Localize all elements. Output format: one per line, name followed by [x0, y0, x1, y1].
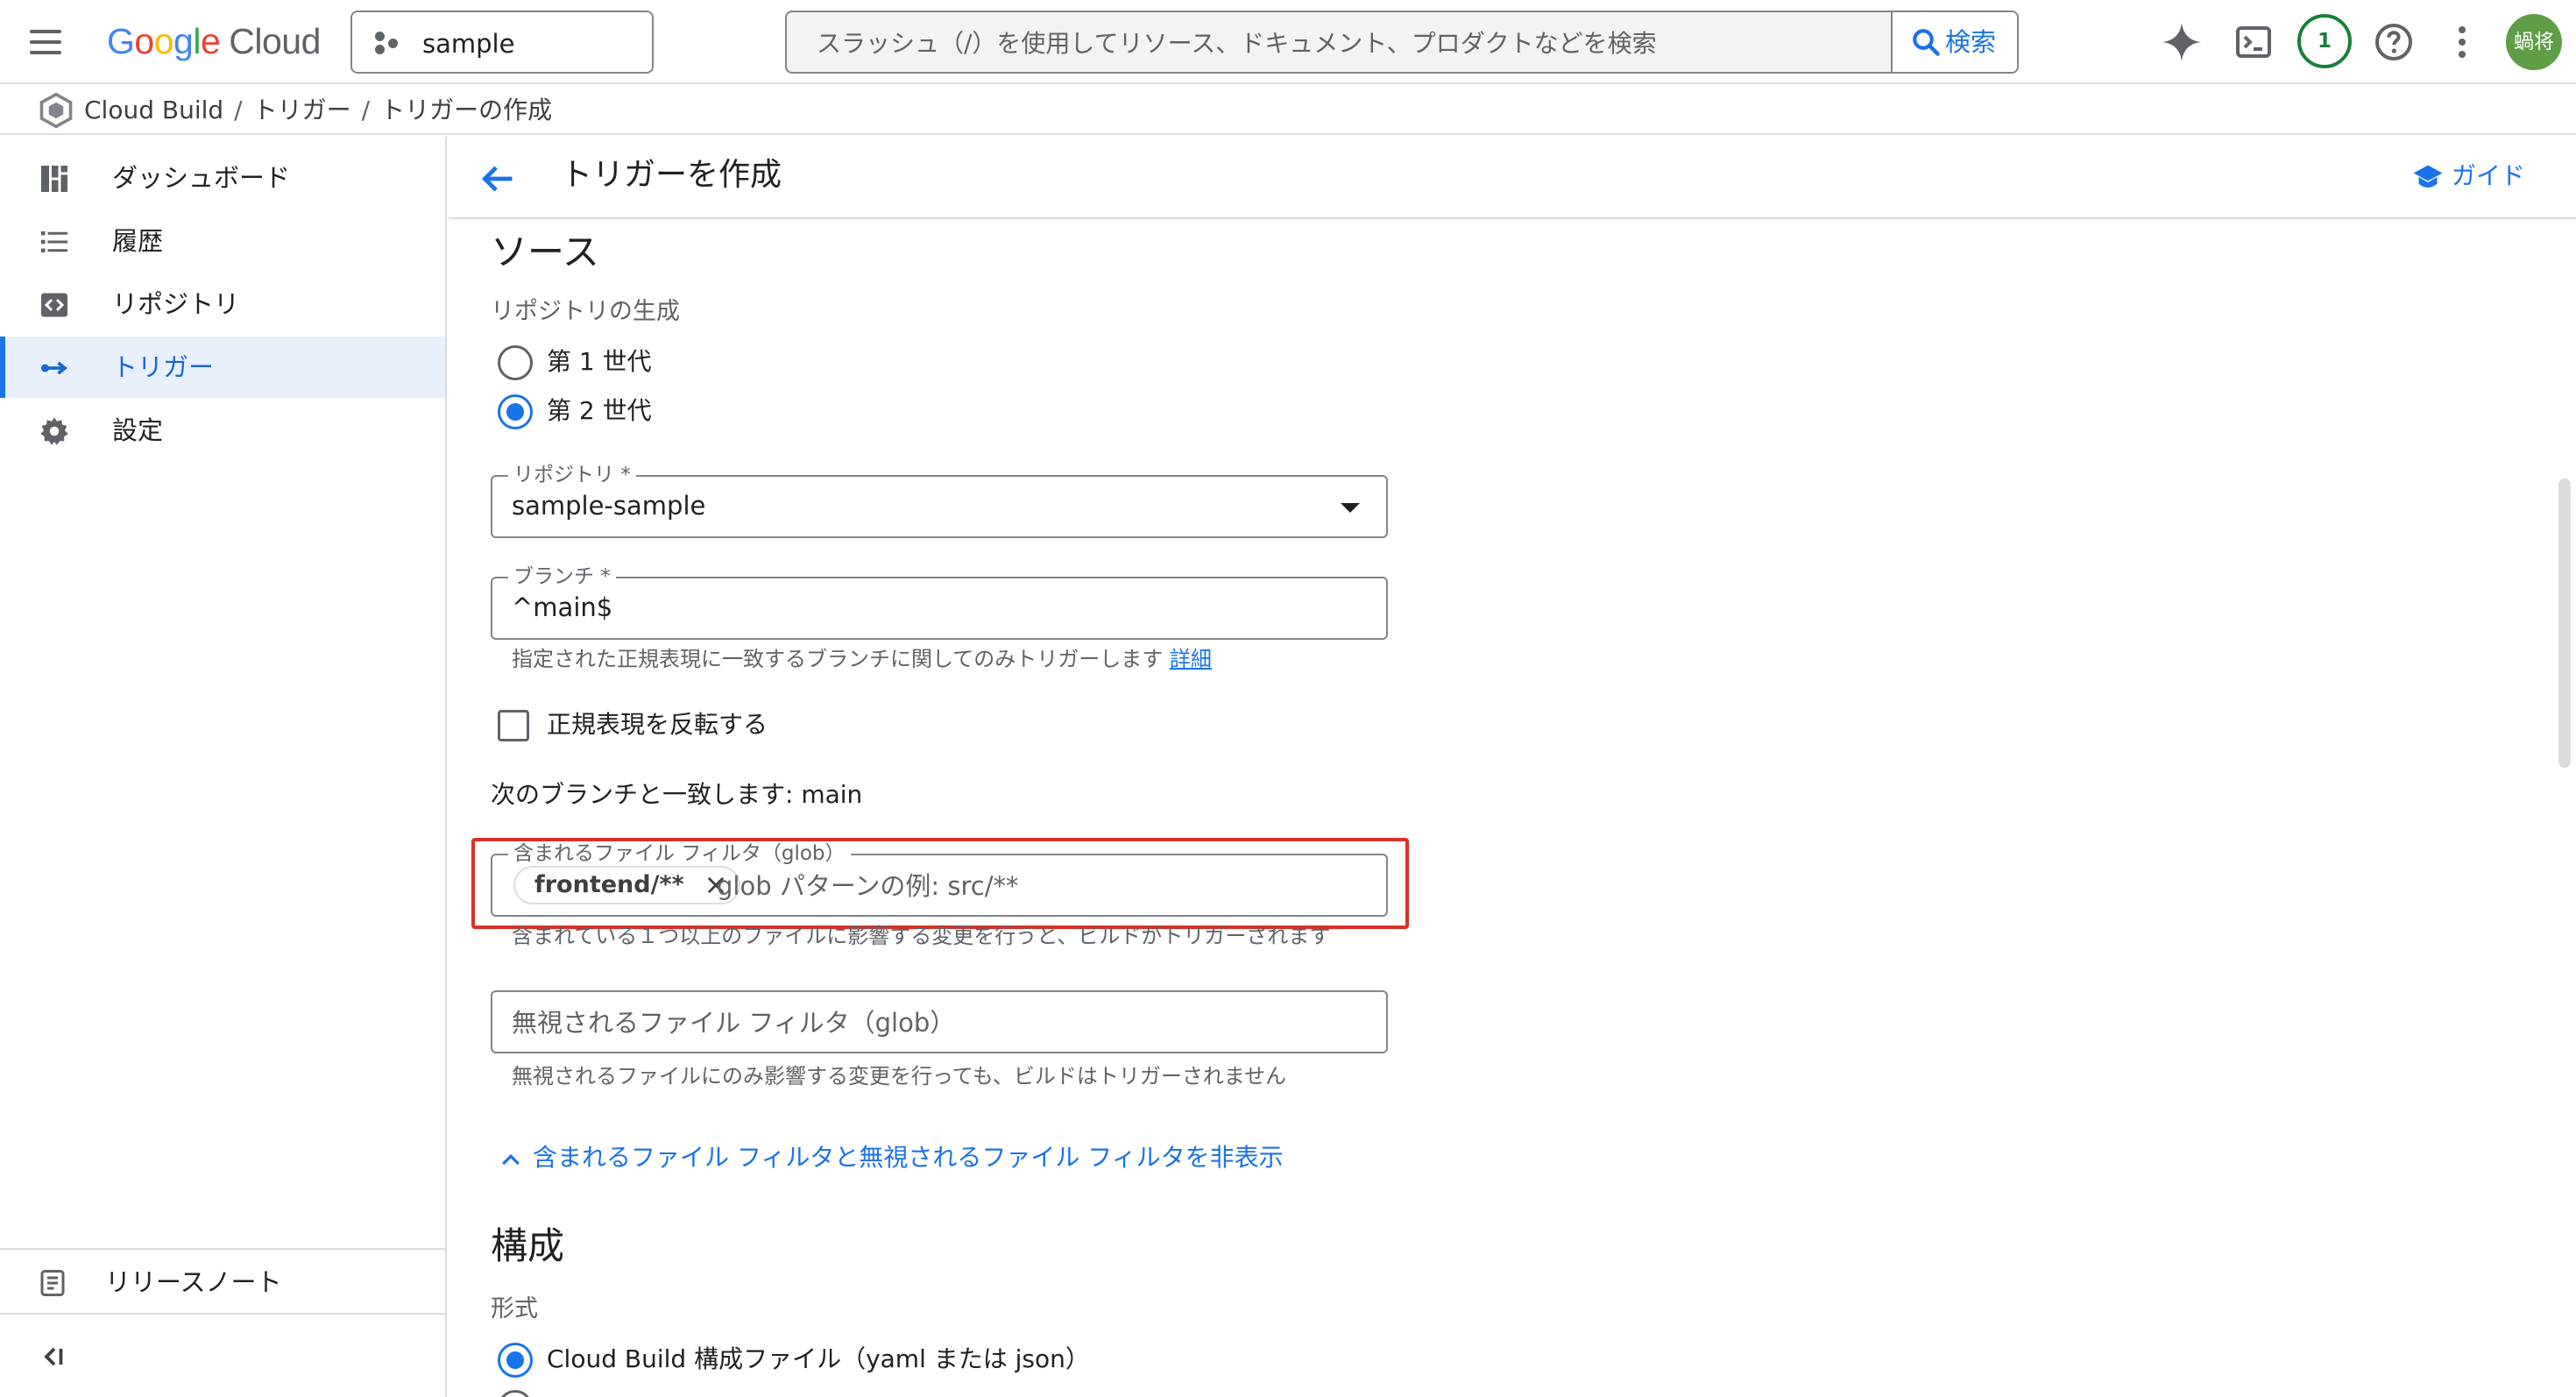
format-label: 形式 — [491, 1295, 538, 1323]
trigger-arrow-icon — [41, 361, 68, 375]
config-heading: 構成 — [491, 1224, 565, 1267]
release-notes-label: リリースノート — [105, 1267, 282, 1297]
scrollbar[interactable] — [2558, 479, 2571, 768]
repository-value: sample-sample — [512, 491, 706, 521]
breadcrumb-separator: / — [234, 96, 243, 124]
invert-regex-checkbox[interactable] — [498, 710, 529, 741]
chip-label: frontend/** — [534, 871, 684, 898]
branch-details-link[interactable]: 詳細 — [1170, 647, 1212, 671]
code-icon — [41, 293, 67, 317]
sidebar-item-label: トリガー — [112, 352, 215, 382]
project-name: sample — [422, 29, 515, 59]
sidebar-item-label: ダッシュボード — [112, 163, 291, 193]
search-input[interactable]: スラッシュ（/）を使用してリソース、ドキュメント、プロダクトなどを検索 検索 — [785, 11, 2019, 74]
toggle-file-filters-label: 含まれるファイル フィルタと無視されるファイル フィルタを非表示 — [533, 1143, 1284, 1172]
top-bar: Google Cloud sample スラッシュ（/）を使用してリソース、ドキュ… — [0, 0, 2576, 84]
page-header: トリガーを作成 ガイド — [449, 137, 2576, 219]
guide-label: ガイド — [2452, 161, 2526, 190]
breadcrumb-create-trigger: トリガーの作成 — [380, 96, 553, 124]
gear-icon — [40, 417, 68, 445]
included-files-hint: 含まれている１つ以上のファイルに影響する変更を行うと、ビルドがトリガーされます — [512, 924, 1331, 948]
search-icon — [1913, 29, 1940, 56]
repository-select[interactable]: リポジトリ * sample-sample — [491, 463, 1388, 538]
repository-label: リポジトリ * — [508, 463, 636, 487]
search-button-label: 検索 — [1945, 27, 1997, 57]
cloud-shell-icon[interactable] — [2233, 21, 2275, 63]
branch-input[interactable]: ブランチ * ^main$ — [491, 564, 1388, 640]
breadcrumb-separator: / — [361, 96, 371, 124]
sidebar-item-dashboard[interactable]: ダッシュボード — [0, 147, 445, 209]
trigger-form: ソース リポジトリの生成 第 1 世代 第 2 世代 リポジトリ * sampl… — [449, 221, 2551, 1397]
sidebar-divider — [0, 1248, 445, 1250]
dashboard-icon — [41, 166, 67, 192]
page-title: トリガーを作成 — [561, 157, 782, 193]
project-picker[interactable]: sample — [350, 11, 654, 74]
sidebar-item-repositories[interactable]: リポジトリ — [0, 273, 445, 335]
breadcrumb-triggers[interactable]: トリガー — [253, 96, 351, 124]
gen2-label[interactable]: 第 2 世代 — [547, 394, 652, 428]
branch-hint-text: 指定された正規表現に一致するブランチに関してのみトリガーします — [512, 647, 1164, 671]
branch-hint: 指定された正規表現に一致するブランチに関してのみトリガーします 詳細 — [512, 645, 1212, 673]
format-cloudbuild-radio[interactable] — [498, 1343, 533, 1378]
included-files-label: 含まれるファイル フィルタ（glob） — [508, 841, 851, 866]
avatar[interactable]: 蝸将 — [2506, 14, 2562, 70]
help-icon[interactable] — [2373, 21, 2415, 63]
ignored-files-placeholder: 無視されるファイル フィルタ（glob） — [512, 1008, 956, 1038]
format-other-radio[interactable] — [498, 1390, 533, 1397]
gen1-radio[interactable] — [498, 345, 533, 380]
branch-value: ^main$ — [512, 592, 613, 622]
list-icon — [41, 231, 67, 252]
included-file-chip[interactable]: frontend/** — [513, 866, 740, 904]
project-icon — [375, 32, 401, 56]
chevron-up-icon — [502, 1153, 520, 1166]
more-vert-icon[interactable] — [2441, 21, 2483, 63]
gen1-label[interactable]: 第 1 世代 — [547, 345, 652, 379]
ignored-files-hint: 無視されるファイルにのみ影響する変更を行っても、ビルドはトリガーされません — [512, 1064, 1287, 1089]
google-cloud-logo[interactable]: Google Cloud — [107, 18, 321, 65]
included-files-input[interactable]: 含まれるファイル フィルタ（glob） frontend/** glob パター… — [491, 841, 1388, 917]
sidebar-item-label: リポジトリ — [112, 289, 240, 319]
school-icon — [2413, 165, 2443, 188]
sidebar-item-label: 履歴 — [112, 226, 164, 256]
sidebar-item-triggers[interactable]: トリガー — [0, 337, 445, 398]
release-notes-link[interactable]: リリースノート — [0, 1252, 445, 1313]
repo-generation-label: リポジトリの生成 — [491, 298, 680, 325]
gen2-radio[interactable] — [498, 394, 533, 429]
search-placeholder: スラッシュ（/）を使用してリソース、ドキュメント、プロダクトなどを検索 — [817, 29, 1657, 58]
menu-icon[interactable] — [26, 23, 65, 61]
invert-regex-label[interactable]: 正規表現を反転する — [547, 708, 768, 741]
format-cloudbuild-label[interactable]: Cloud Build 構成ファイル（yaml または json） — [547, 1343, 1090, 1376]
notifications-badge[interactable]: 1 — [2297, 14, 2352, 68]
ignored-files-input[interactable]: 無視されるファイル フィルタ（glob） — [491, 990, 1388, 1053]
sidebar: ダッシュボード 履歴 リポジトリ トリガー 設定 リリースノート — [0, 137, 447, 1397]
search-button[interactable]: 検索 — [1891, 12, 2017, 72]
breadcrumb: Cloud Build / トリガー / トリガーの作成 — [0, 86, 2576, 135]
release-notes-icon — [40, 1270, 65, 1296]
back-arrow-icon[interactable] — [478, 160, 517, 198]
branch-label: ブランチ * — [508, 564, 616, 589]
collapse-icon[interactable] — [39, 1341, 70, 1372]
sidebar-divider — [0, 1313, 445, 1315]
source-heading: ソース — [491, 230, 599, 273]
included-files-placeholder: glob パターンの例: src/** — [717, 871, 1019, 901]
sidebar-item-history[interactable]: 履歴 — [0, 210, 445, 272]
cloud-build-icon — [39, 92, 73, 129]
sidebar-item-settings[interactable]: 設定 — [0, 400, 445, 461]
sidebar-item-label: 設定 — [112, 415, 164, 445]
matching-branches: 次のブランチと一致します: main — [491, 780, 863, 809]
gemini-icon[interactable] — [2161, 21, 2203, 63]
breadcrumb-product[interactable]: Cloud Build — [84, 96, 223, 124]
dropdown-caret-icon — [1341, 503, 1360, 513]
